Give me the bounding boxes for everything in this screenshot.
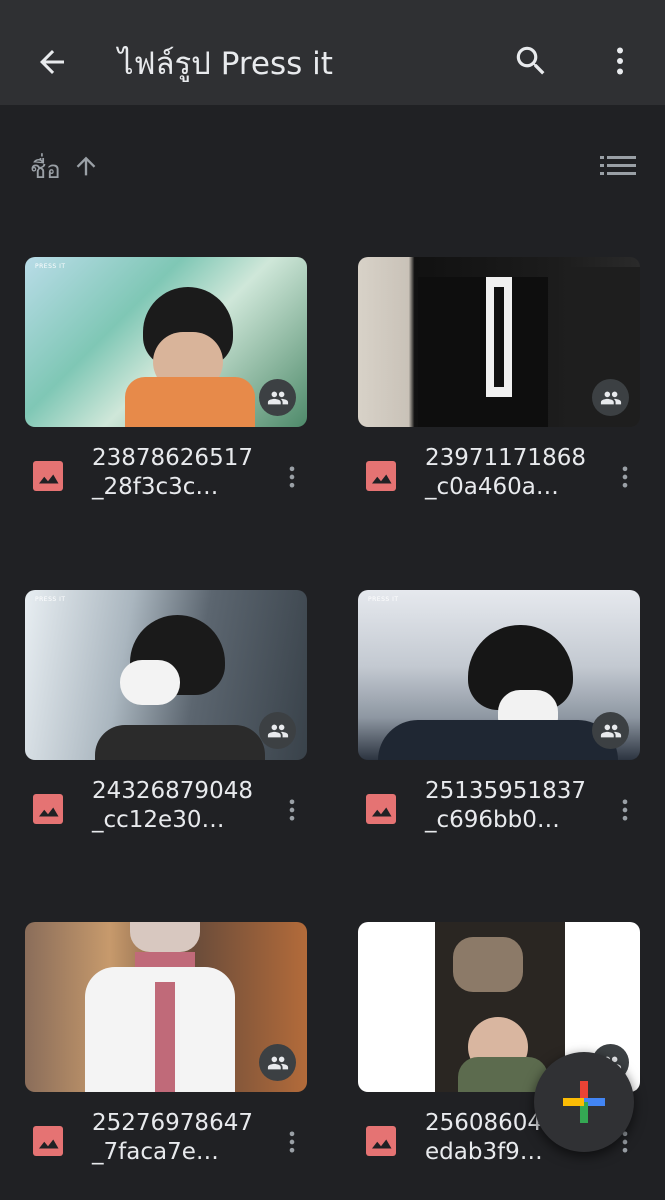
sort-by-name-button[interactable]: ชื่อ (30, 150, 61, 189)
shared-badge (592, 712, 629, 749)
shared-badge (259, 712, 296, 749)
more-vert-icon (617, 47, 623, 75)
file-thumbnail[interactable] (358, 257, 640, 427)
file-name: 25135951837_c696bb0… (425, 778, 586, 833)
file-card[interactable]: PRESS IT 25135951837_c696bb0… (358, 590, 640, 847)
thumbnail-caption: PRESS IT (368, 596, 399, 603)
plus-icon (563, 1081, 605, 1123)
more-vert-icon (622, 799, 628, 821)
file-more-options-button[interactable] (611, 459, 639, 499)
file-card[interactable]: PRESS IT 23878626517_28f3c3c… (25, 257, 307, 514)
image-file-icon (30, 458, 66, 498)
more-vert-icon (622, 466, 628, 488)
back-button[interactable] (26, 36, 78, 88)
more-options-button[interactable] (596, 34, 644, 88)
file-card[interactable]: 25276978647_7faca7e… (25, 922, 307, 1179)
file-thumbnail[interactable]: PRESS IT (25, 257, 307, 427)
file-name: 23971171868_c0a460a… (425, 445, 586, 500)
shared-badge (592, 379, 629, 416)
image-file-icon (363, 791, 399, 831)
people-icon (600, 724, 621, 737)
people-icon (600, 391, 621, 404)
search-button[interactable] (504, 34, 558, 88)
file-thumbnail[interactable]: PRESS IT (358, 590, 640, 760)
list-view-toggle[interactable] (600, 154, 636, 186)
new-file-fab[interactable] (534, 1052, 634, 1152)
thumbnail-caption: PRESS IT (35, 596, 66, 603)
arrow-back-icon (40, 50, 64, 74)
shared-badge (259, 379, 296, 416)
file-more-options-button[interactable] (611, 792, 639, 832)
shared-badge (259, 1044, 296, 1081)
thumbnail-caption: PRESS IT (35, 263, 66, 270)
file-more-options-button[interactable] (278, 1124, 306, 1164)
file-card[interactable]: 23971171868_c0a460a… (358, 257, 640, 514)
image-file-icon (30, 1123, 66, 1163)
people-icon (267, 1056, 288, 1069)
file-name: 23878626517_28f3c3c… (92, 445, 253, 500)
sort-bar: ชื่อ (0, 140, 665, 196)
file-thumbnail[interactable]: PRESS IT (25, 590, 307, 760)
image-file-icon (363, 458, 399, 498)
people-icon (267, 724, 288, 737)
more-vert-icon (289, 466, 295, 488)
file-name: 25276978647_7faca7e… (92, 1110, 253, 1165)
file-thumbnail[interactable] (25, 922, 307, 1092)
image-file-icon (363, 1123, 399, 1163)
image-file-icon (30, 791, 66, 831)
list-view-icon (600, 156, 636, 175)
file-more-options-button[interactable] (278, 459, 306, 499)
file-card[interactable]: PRESS IT 24326879048_cc12e30… (25, 590, 307, 847)
more-vert-icon (289, 1131, 295, 1153)
sort-ascending-icon[interactable] (72, 152, 100, 184)
page-title: ไฟล์รูป Press it (118, 46, 333, 82)
file-name: 24326879048_cc12e30… (92, 778, 253, 833)
more-vert-icon (289, 799, 295, 821)
search-icon (516, 46, 545, 75)
app-bar: ไฟล์รูป Press it (0, 0, 665, 105)
file-more-options-button[interactable] (278, 792, 306, 832)
people-icon (267, 391, 288, 404)
